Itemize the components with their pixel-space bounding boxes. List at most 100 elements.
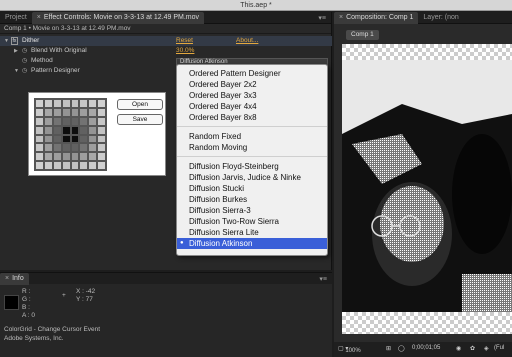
- grid-cell[interactable]: [79, 107, 89, 117]
- menu-item[interactable]: Diffusion Floyd-Steinberg: [177, 161, 327, 172]
- menu-item-selected[interactable]: ● Diffusion Atkinson: [177, 238, 327, 249]
- mask-icon[interactable]: ◯: [398, 345, 405, 352]
- grid-cell[interactable]: [35, 107, 44, 117]
- composition-viewer[interactable]: [342, 44, 512, 334]
- grid-cell[interactable]: [43, 125, 53, 135]
- grid-cell[interactable]: [97, 134, 106, 144]
- grid-cell[interactable]: [97, 107, 106, 117]
- close-icon[interactable]: ×: [339, 14, 343, 21]
- menu-item[interactable]: Diffusion Sierra-3: [177, 205, 327, 216]
- menu-item[interactable]: Ordered Bayer 4x4: [177, 101, 327, 112]
- grid-cell[interactable]: [52, 143, 62, 153]
- grid-cell[interactable]: [88, 125, 98, 135]
- tab-composition[interactable]: × Composition: Comp 1: [334, 11, 419, 24]
- stopwatch-icon[interactable]: ◷: [22, 46, 27, 56]
- menu-item[interactable]: Diffusion Stucki: [177, 183, 327, 194]
- menu-item[interactable]: Ordered Pattern Designer: [177, 68, 327, 79]
- grid-cell[interactable]: [35, 161, 44, 170]
- grid-cell[interactable]: [79, 134, 89, 144]
- grid-cell[interactable]: [61, 134, 71, 144]
- grid-cell[interactable]: [88, 107, 98, 117]
- pattern-grid[interactable]: [34, 98, 107, 171]
- close-icon[interactable]: ×: [37, 14, 41, 21]
- grid-cell[interactable]: [70, 99, 80, 108]
- grid-cell[interactable]: [70, 143, 80, 153]
- grid-cell[interactable]: [61, 152, 71, 162]
- tab-info[interactable]: × Info: [0, 272, 29, 285]
- blend-value[interactable]: 30.0%: [176, 46, 194, 56]
- tab-project[interactable]: Project: [0, 12, 32, 24]
- panel-menu-icon[interactable]: ▾≡: [319, 275, 327, 283]
- grid-cell[interactable]: [52, 107, 62, 117]
- stopwatch-icon[interactable]: ◷: [22, 56, 27, 66]
- grid-cell[interactable]: [79, 116, 89, 126]
- grid-cell[interactable]: [88, 99, 98, 108]
- grid-cell[interactable]: [35, 125, 44, 135]
- menu-item[interactable]: Ordered Bayer 3x3: [177, 90, 327, 101]
- grid-cell[interactable]: [97, 161, 106, 170]
- stopwatch-icon[interactable]: ◷: [22, 66, 27, 76]
- open-button[interactable]: Open: [117, 99, 163, 110]
- grid-cell[interactable]: [35, 152, 44, 162]
- tab-effect-controls[interactable]: × Effect Controls: Movie on 3-3-13 at 12.…: [31, 11, 205, 24]
- effect-row-dither[interactable]: ▼ fx Dither Reset About...: [0, 36, 332, 46]
- reset-link[interactable]: Reset: [176, 36, 193, 46]
- grid-cell[interactable]: [43, 161, 53, 170]
- grid-cell[interactable]: [52, 161, 62, 170]
- menu-item[interactable]: Ordered Bayer 8x8: [177, 112, 327, 123]
- grid-cell[interactable]: [52, 99, 62, 108]
- grid-cell[interactable]: [97, 152, 106, 162]
- zoom-select[interactable]: ▢ 100% ▾: [338, 345, 361, 354]
- grid-cell[interactable]: [61, 161, 71, 170]
- menu-item[interactable]: Diffusion Jarvis, Judice & Ninke: [177, 172, 327, 183]
- grid-cell[interactable]: [70, 152, 80, 162]
- grid-cell[interactable]: [43, 152, 53, 162]
- channel-icon[interactable]: ◈: [484, 345, 489, 352]
- grid-cell[interactable]: [52, 152, 62, 162]
- grid-cell[interactable]: [79, 143, 89, 153]
- grid-cell[interactable]: [88, 116, 98, 126]
- menu-item[interactable]: Diffusion Burkes: [177, 194, 327, 205]
- grid-cell[interactable]: [52, 134, 62, 144]
- grid-cell[interactable]: [70, 134, 80, 144]
- save-button[interactable]: Save: [117, 114, 163, 125]
- disclosure-open-icon[interactable]: ▼: [4, 36, 9, 46]
- grid-cell[interactable]: [70, 125, 80, 135]
- grid-cell[interactable]: [35, 134, 44, 144]
- grid-cell[interactable]: [70, 116, 80, 126]
- grid-cell[interactable]: [88, 134, 98, 144]
- panel-menu-icon[interactable]: ▾≡: [318, 14, 326, 22]
- menu-item[interactable]: Random Fixed: [177, 131, 327, 142]
- grid-cell[interactable]: [43, 134, 53, 144]
- grid-cell[interactable]: [43, 116, 53, 126]
- grid-icon[interactable]: ⊞: [386, 345, 391, 352]
- grid-cell[interactable]: [52, 125, 62, 135]
- disclosure-open-icon[interactable]: ▼: [14, 66, 19, 76]
- grid-cell[interactable]: [61, 99, 71, 108]
- grid-cell[interactable]: [35, 143, 44, 153]
- resolution-select[interactable]: (Ful: [494, 345, 504, 351]
- grid-cell[interactable]: [70, 107, 80, 117]
- grid-cell[interactable]: [79, 152, 89, 162]
- grid-cell[interactable]: [52, 116, 62, 126]
- comp-tab-pill[interactable]: Comp 1: [346, 30, 379, 40]
- menu-item[interactable]: Diffusion Two-Row Sierra: [177, 216, 327, 227]
- disclosure-closed-icon[interactable]: ▶: [14, 46, 18, 56]
- grid-cell[interactable]: [79, 161, 89, 170]
- menu-item[interactable]: Diffusion Sierra Lite: [177, 227, 327, 238]
- grid-cell[interactable]: [43, 143, 53, 153]
- grid-cell[interactable]: [88, 143, 98, 153]
- close-icon[interactable]: ×: [5, 275, 9, 282]
- grid-cell[interactable]: [35, 99, 44, 108]
- grid-cell[interactable]: [97, 99, 106, 108]
- grid-cell[interactable]: [61, 116, 71, 126]
- grid-cell[interactable]: [43, 99, 53, 108]
- grid-cell[interactable]: [79, 125, 89, 135]
- menu-item[interactable]: Ordered Bayer 2x2: [177, 79, 327, 90]
- grid-cell[interactable]: [88, 152, 98, 162]
- grid-cell[interactable]: [97, 125, 106, 135]
- grid-cell[interactable]: [35, 116, 44, 126]
- snapshot-icon[interactable]: ◉: [456, 345, 461, 352]
- timecode[interactable]: 0;00;01;05: [412, 345, 440, 351]
- grid-cell[interactable]: [61, 125, 71, 135]
